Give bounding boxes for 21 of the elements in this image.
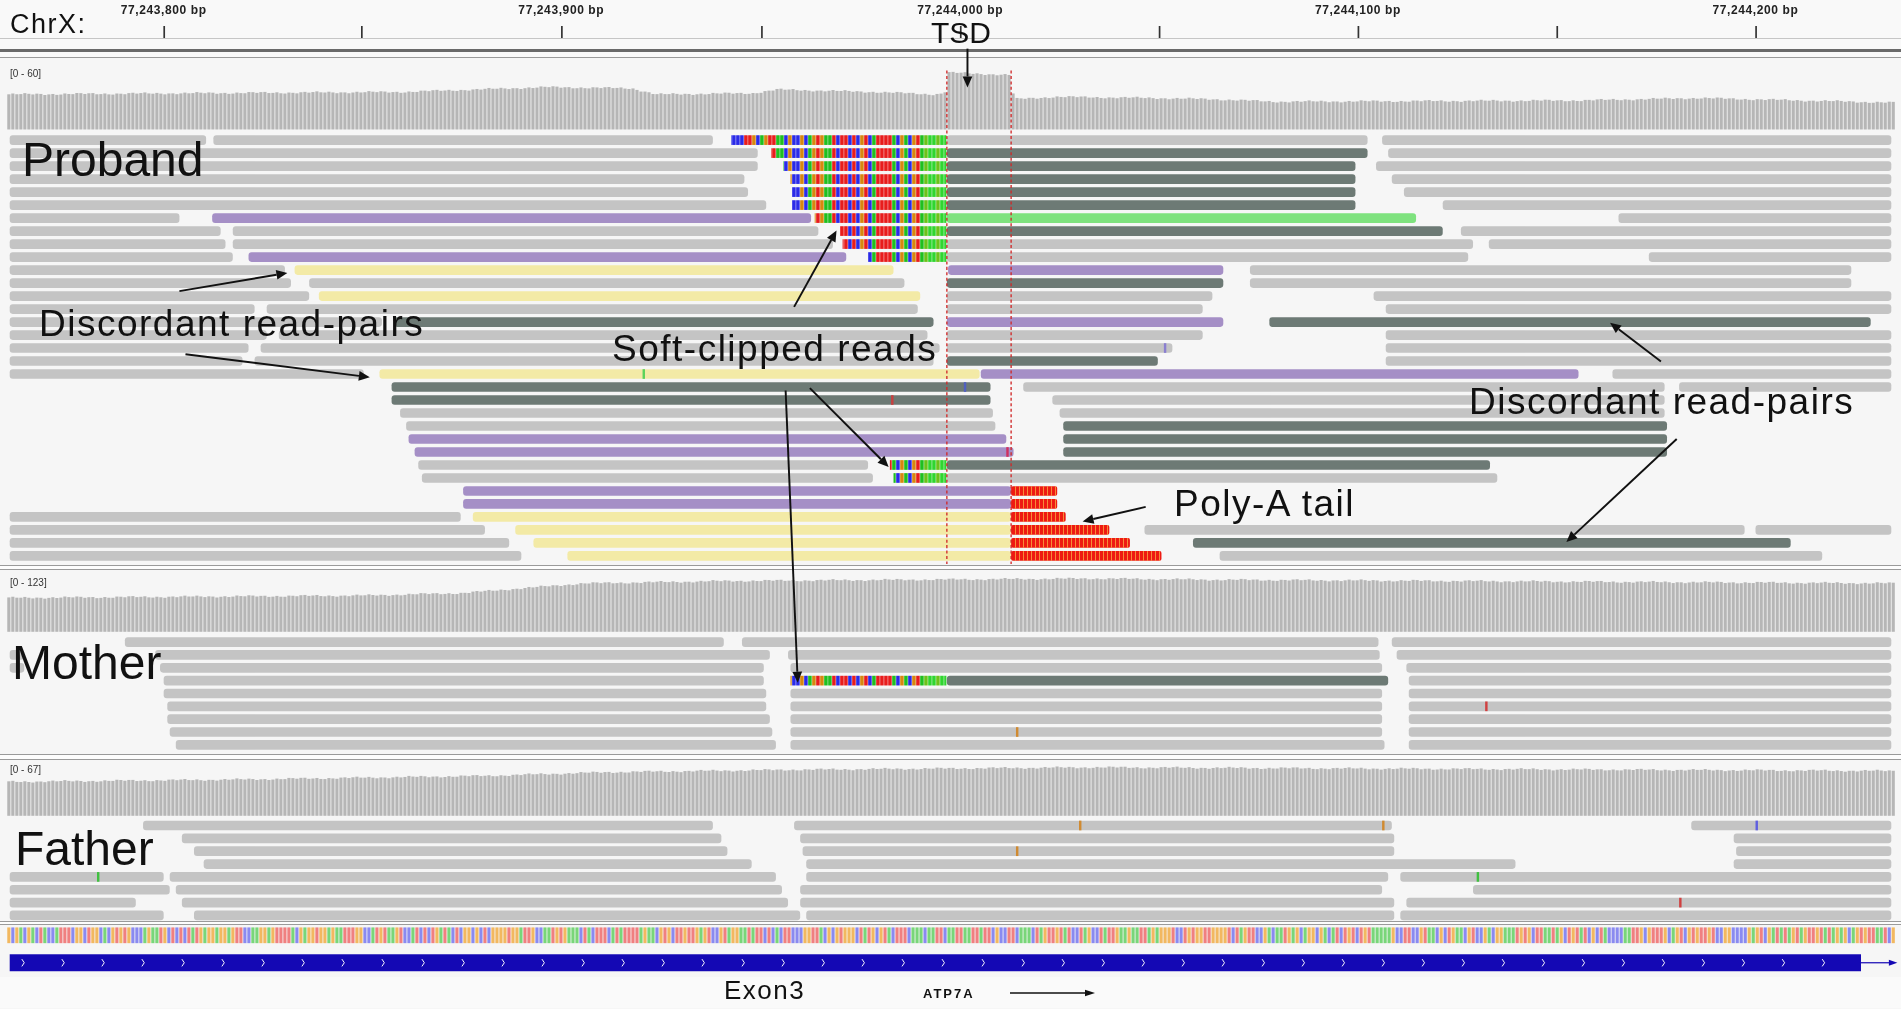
position-label: 77,243,800 bp [120, 4, 207, 16]
data-range-label: [0 - 123] [10, 577, 47, 588]
gene-label: ATP7A [923, 986, 975, 1000]
position-label: 77,244,000 bp [917, 4, 1004, 16]
position-label: 77,244,100 bp [1314, 4, 1401, 16]
annotation-label: TSD [931, 18, 991, 48]
right-arrow-icon [1010, 988, 1095, 997]
annotation-label: Poly-A tail [1174, 485, 1355, 522]
annotation-label: Discordant read-pairs [1469, 383, 1855, 420]
exon-label: Exon3 [724, 976, 806, 1003]
annotation-arrow [962, 47, 973, 88]
sample-label: Father [15, 824, 154, 873]
data-range-label: [0 - 60] [10, 69, 42, 80]
chromosome-label: ChrX: [10, 11, 87, 38]
annotation-label: Soft-clipped reads [612, 330, 938, 367]
position-label: 77,243,900 bp [518, 4, 605, 16]
data-range-label: [0 - 67] [10, 764, 42, 775]
sample-label: Mother [12, 638, 162, 687]
position-label: 77,244,200 bp [1712, 4, 1799, 16]
sample-label: Proband [22, 135, 204, 184]
annotation-label: Discordant read-pairs [39, 305, 425, 342]
